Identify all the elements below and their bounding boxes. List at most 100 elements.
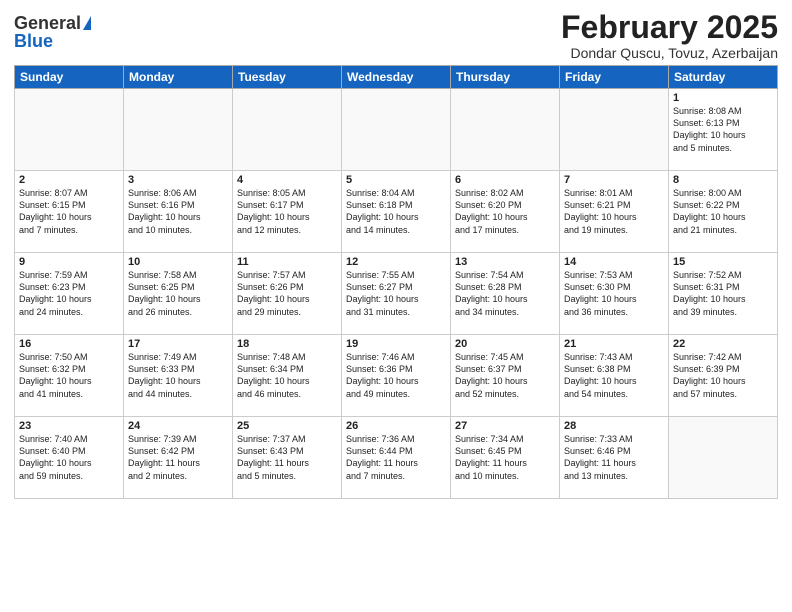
day-number: 15	[673, 256, 773, 268]
cell-content: Sunrise: 8:01 AM Sunset: 6:21 PM Dayligh…	[564, 187, 664, 236]
calendar-cell: 22Sunrise: 7:42 AM Sunset: 6:39 PM Dayli…	[669, 335, 778, 417]
calendar-day-header: Thursday	[451, 66, 560, 89]
calendar-cell: 7Sunrise: 8:01 AM Sunset: 6:21 PM Daylig…	[560, 171, 669, 253]
calendar-cell: 28Sunrise: 7:33 AM Sunset: 6:46 PM Dayli…	[560, 417, 669, 499]
header: General Blue February 2025 Dondar Quscu,…	[14, 10, 778, 61]
cell-content: Sunrise: 7:42 AM Sunset: 6:39 PM Dayligh…	[673, 351, 773, 400]
day-number: 10	[128, 256, 228, 268]
cell-content: Sunrise: 7:53 AM Sunset: 6:30 PM Dayligh…	[564, 269, 664, 318]
calendar-cell: 4Sunrise: 8:05 AM Sunset: 6:17 PM Daylig…	[233, 171, 342, 253]
cell-content: Sunrise: 7:52 AM Sunset: 6:31 PM Dayligh…	[673, 269, 773, 318]
day-number: 22	[673, 338, 773, 350]
calendar-table: SundayMondayTuesdayWednesdayThursdayFrid…	[14, 65, 778, 499]
calendar-week-row: 2Sunrise: 8:07 AM Sunset: 6:15 PM Daylig…	[15, 171, 778, 253]
calendar-day-header: Friday	[560, 66, 669, 89]
calendar-cell: 16Sunrise: 7:50 AM Sunset: 6:32 PM Dayli…	[15, 335, 124, 417]
logo-general-text: General	[14, 14, 81, 32]
calendar-cell: 9Sunrise: 7:59 AM Sunset: 6:23 PM Daylig…	[15, 253, 124, 335]
calendar-header-row: SundayMondayTuesdayWednesdayThursdayFrid…	[15, 66, 778, 89]
calendar-cell: 15Sunrise: 7:52 AM Sunset: 6:31 PM Dayli…	[669, 253, 778, 335]
calendar-cell: 20Sunrise: 7:45 AM Sunset: 6:37 PM Dayli…	[451, 335, 560, 417]
calendar-cell: 14Sunrise: 7:53 AM Sunset: 6:30 PM Dayli…	[560, 253, 669, 335]
day-number: 23	[19, 420, 119, 432]
subtitle: Dondar Quscu, Tovuz, Azerbaijan	[561, 45, 778, 61]
cell-content: Sunrise: 7:59 AM Sunset: 6:23 PM Dayligh…	[19, 269, 119, 318]
calendar-cell: 5Sunrise: 8:04 AM Sunset: 6:18 PM Daylig…	[342, 171, 451, 253]
calendar-cell	[560, 89, 669, 171]
calendar-week-row: 16Sunrise: 7:50 AM Sunset: 6:32 PM Dayli…	[15, 335, 778, 417]
cell-content: Sunrise: 7:55 AM Sunset: 6:27 PM Dayligh…	[346, 269, 446, 318]
calendar-week-row: 1Sunrise: 8:08 AM Sunset: 6:13 PM Daylig…	[15, 89, 778, 171]
logo: General Blue	[14, 14, 91, 50]
calendar-cell: 6Sunrise: 8:02 AM Sunset: 6:20 PM Daylig…	[451, 171, 560, 253]
cell-content: Sunrise: 7:48 AM Sunset: 6:34 PM Dayligh…	[237, 351, 337, 400]
cell-content: Sunrise: 7:45 AM Sunset: 6:37 PM Dayligh…	[455, 351, 555, 400]
cell-content: Sunrise: 7:58 AM Sunset: 6:25 PM Dayligh…	[128, 269, 228, 318]
calendar-cell: 23Sunrise: 7:40 AM Sunset: 6:40 PM Dayli…	[15, 417, 124, 499]
day-number: 8	[673, 174, 773, 186]
cell-content: Sunrise: 7:33 AM Sunset: 6:46 PM Dayligh…	[564, 433, 664, 482]
calendar-cell: 26Sunrise: 7:36 AM Sunset: 6:44 PM Dayli…	[342, 417, 451, 499]
cell-content: Sunrise: 7:43 AM Sunset: 6:38 PM Dayligh…	[564, 351, 664, 400]
calendar-day-header: Wednesday	[342, 66, 451, 89]
cell-content: Sunrise: 8:08 AM Sunset: 6:13 PM Dayligh…	[673, 105, 773, 154]
calendar-cell: 19Sunrise: 7:46 AM Sunset: 6:36 PM Dayli…	[342, 335, 451, 417]
calendar-cell: 21Sunrise: 7:43 AM Sunset: 6:38 PM Dayli…	[560, 335, 669, 417]
cell-content: Sunrise: 8:06 AM Sunset: 6:16 PM Dayligh…	[128, 187, 228, 236]
calendar-day-header: Sunday	[15, 66, 124, 89]
calendar-cell: 18Sunrise: 7:48 AM Sunset: 6:34 PM Dayli…	[233, 335, 342, 417]
calendar-cell	[451, 89, 560, 171]
calendar-cell: 12Sunrise: 7:55 AM Sunset: 6:27 PM Dayli…	[342, 253, 451, 335]
calendar-day-header: Monday	[124, 66, 233, 89]
day-number: 24	[128, 420, 228, 432]
calendar-cell	[124, 89, 233, 171]
calendar-cell: 13Sunrise: 7:54 AM Sunset: 6:28 PM Dayli…	[451, 253, 560, 335]
cell-content: Sunrise: 7:39 AM Sunset: 6:42 PM Dayligh…	[128, 433, 228, 482]
day-number: 5	[346, 174, 446, 186]
calendar-cell: 11Sunrise: 7:57 AM Sunset: 6:26 PM Dayli…	[233, 253, 342, 335]
calendar-day-header: Tuesday	[233, 66, 342, 89]
day-number: 25	[237, 420, 337, 432]
calendar-week-row: 9Sunrise: 7:59 AM Sunset: 6:23 PM Daylig…	[15, 253, 778, 335]
cell-content: Sunrise: 7:54 AM Sunset: 6:28 PM Dayligh…	[455, 269, 555, 318]
calendar-cell	[15, 89, 124, 171]
cell-content: Sunrise: 7:46 AM Sunset: 6:36 PM Dayligh…	[346, 351, 446, 400]
day-number: 12	[346, 256, 446, 268]
day-number: 21	[564, 338, 664, 350]
calendar-day-header: Saturday	[669, 66, 778, 89]
cell-content: Sunrise: 8:05 AM Sunset: 6:17 PM Dayligh…	[237, 187, 337, 236]
calendar-cell: 25Sunrise: 7:37 AM Sunset: 6:43 PM Dayli…	[233, 417, 342, 499]
day-number: 3	[128, 174, 228, 186]
cell-content: Sunrise: 7:36 AM Sunset: 6:44 PM Dayligh…	[346, 433, 446, 482]
cell-content: Sunrise: 7:40 AM Sunset: 6:40 PM Dayligh…	[19, 433, 119, 482]
day-number: 14	[564, 256, 664, 268]
day-number: 6	[455, 174, 555, 186]
month-title: February 2025	[561, 10, 778, 45]
day-number: 17	[128, 338, 228, 350]
day-number: 28	[564, 420, 664, 432]
page-container: General Blue February 2025 Dondar Quscu,…	[0, 0, 792, 612]
cell-content: Sunrise: 7:49 AM Sunset: 6:33 PM Dayligh…	[128, 351, 228, 400]
cell-content: Sunrise: 7:37 AM Sunset: 6:43 PM Dayligh…	[237, 433, 337, 482]
calendar-cell	[342, 89, 451, 171]
day-number: 18	[237, 338, 337, 350]
day-number: 19	[346, 338, 446, 350]
calendar-cell: 27Sunrise: 7:34 AM Sunset: 6:45 PM Dayli…	[451, 417, 560, 499]
calendar-week-row: 23Sunrise: 7:40 AM Sunset: 6:40 PM Dayli…	[15, 417, 778, 499]
cell-content: Sunrise: 7:50 AM Sunset: 6:32 PM Dayligh…	[19, 351, 119, 400]
cell-content: Sunrise: 8:07 AM Sunset: 6:15 PM Dayligh…	[19, 187, 119, 236]
logo-triangle-icon	[83, 16, 91, 30]
day-number: 1	[673, 92, 773, 104]
cell-content: Sunrise: 8:00 AM Sunset: 6:22 PM Dayligh…	[673, 187, 773, 236]
calendar-cell	[233, 89, 342, 171]
calendar-cell: 17Sunrise: 7:49 AM Sunset: 6:33 PM Dayli…	[124, 335, 233, 417]
cell-content: Sunrise: 8:02 AM Sunset: 6:20 PM Dayligh…	[455, 187, 555, 236]
calendar-cell: 24Sunrise: 7:39 AM Sunset: 6:42 PM Dayli…	[124, 417, 233, 499]
day-number: 11	[237, 256, 337, 268]
day-number: 20	[455, 338, 555, 350]
cell-content: Sunrise: 7:34 AM Sunset: 6:45 PM Dayligh…	[455, 433, 555, 482]
day-number: 16	[19, 338, 119, 350]
calendar-cell: 1Sunrise: 8:08 AM Sunset: 6:13 PM Daylig…	[669, 89, 778, 171]
day-number: 13	[455, 256, 555, 268]
cell-content: Sunrise: 8:04 AM Sunset: 6:18 PM Dayligh…	[346, 187, 446, 236]
